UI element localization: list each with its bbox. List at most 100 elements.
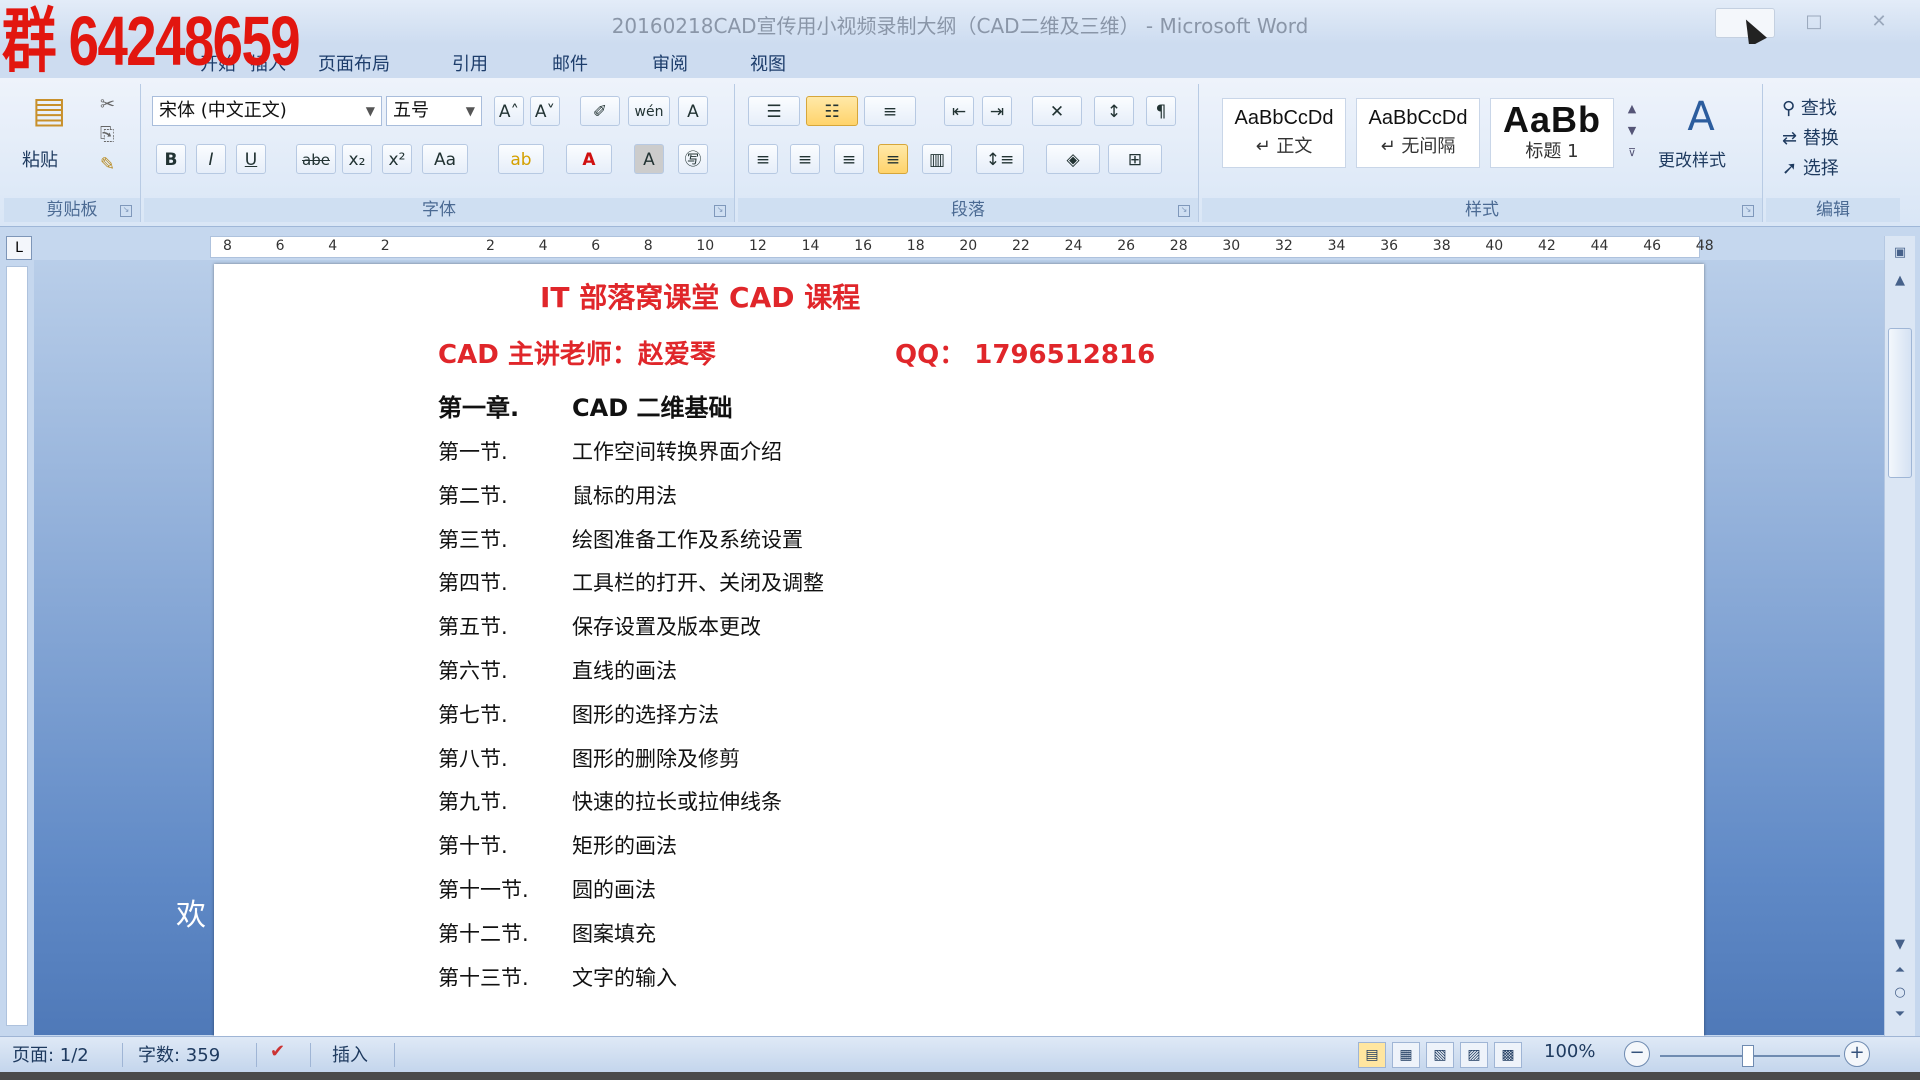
scroll-down-icon[interactable]: ▼	[1891, 936, 1909, 954]
paste-button[interactable]: 粘贴	[22, 146, 58, 172]
web-layout-icon[interactable]: ▧	[1426, 1042, 1454, 1068]
style-heading-1[interactable]: AaBb 标题 1	[1490, 98, 1614, 168]
tab-view[interactable]: 视图	[750, 50, 786, 76]
draft-view-icon[interactable]: ▩	[1494, 1042, 1522, 1068]
print-layout-icon[interactable]: ▤	[1358, 1042, 1386, 1068]
section-title[interactable]: 图形的删除及修剪	[572, 743, 740, 773]
zoom-out-button[interactable]: −	[1624, 1041, 1650, 1067]
tab-selector[interactable]: L	[6, 236, 32, 260]
previous-page-icon[interactable]: ⏶	[1891, 962, 1909, 980]
paragraph-launcher-icon[interactable]: ↘	[1178, 205, 1190, 217]
grow-font-button[interactable]: A˄	[494, 96, 524, 126]
change-styles-icon[interactable]: A	[1656, 94, 1746, 140]
section-title[interactable]: 文字的输入	[572, 962, 677, 992]
section-number[interactable]: 第五节.	[438, 611, 508, 641]
section-number[interactable]: 第二节.	[438, 480, 508, 510]
tab-review[interactable]: 审阅	[652, 50, 688, 76]
justify-icon[interactable]: ≡	[878, 144, 908, 174]
paste-icon[interactable]: ▤	[24, 90, 74, 131]
section-number[interactable]: 第六节.	[438, 655, 508, 685]
page-indicator[interactable]: 页面: 1/2	[12, 1041, 89, 1067]
superscript-button[interactable]: x²	[382, 144, 412, 174]
multilevel-list-icon[interactable]: ≡	[864, 96, 916, 126]
borders-icon[interactable]: ⊞	[1108, 144, 1162, 174]
char-shading-icon[interactable]: A	[634, 144, 664, 174]
shrink-font-button[interactable]: A˅	[530, 96, 560, 126]
zoom-level[interactable]: 100%	[1544, 1041, 1595, 1062]
align-left-icon[interactable]: ≡	[748, 144, 778, 174]
styles-launcher-icon[interactable]: ↘	[1742, 205, 1754, 217]
tab-page-layout[interactable]: 页面布局	[318, 50, 390, 76]
copy-icon[interactable]: ⎘	[100, 124, 114, 145]
section-number[interactable]: 第三节.	[438, 524, 508, 554]
full-screen-reading-icon[interactable]: ▦	[1392, 1042, 1420, 1068]
section-title[interactable]: 工作空间转换界面介绍	[572, 436, 782, 466]
outline-view-icon[interactable]: ▨	[1460, 1042, 1488, 1068]
tab-mailings[interactable]: 邮件	[552, 50, 588, 76]
document-title[interactable]: IT 部落窝课堂 CAD 课程	[540, 276, 860, 316]
bullets-icon[interactable]: ☰	[748, 96, 800, 126]
enclose-char-icon[interactable]: ㊢	[678, 144, 708, 174]
section-number[interactable]: 第十三节.	[438, 962, 529, 992]
style-no-spacing[interactable]: AaBbCcDd ↵ 无间隔	[1356, 98, 1480, 168]
distributed-icon[interactable]: ▥	[922, 144, 952, 174]
line-spacing-icon[interactable]: ↕≡	[976, 144, 1024, 174]
section-number[interactable]: 第十二节.	[438, 918, 529, 948]
horizontal-ruler[interactable]: 8 6 4 2 2 4 6 8 10 12 14 16 18 20 22 24 26 28 30 32 34 36 38 40…	[210, 236, 1714, 258]
section-number[interactable]: 第八节.	[438, 743, 508, 773]
font-launcher-icon[interactable]: ↘	[714, 205, 726, 217]
zoom-in-button[interactable]: +	[1844, 1041, 1870, 1067]
decrease-indent-icon[interactable]: ⇤	[944, 96, 974, 126]
sort-icon[interactable]: ↕	[1094, 96, 1134, 126]
numbering-icon[interactable]: ☷	[806, 96, 858, 126]
scroll-thumb[interactable]	[1888, 328, 1912, 478]
proofing-icon[interactable]: ✔	[270, 1041, 285, 1062]
section-title[interactable]: 快速的拉长或拉伸线条	[572, 786, 782, 816]
shading-icon[interactable]: ◈	[1046, 144, 1100, 174]
vertical-ruler[interactable]	[6, 266, 28, 1026]
find-button[interactable]: ⚲ 查找	[1782, 94, 1837, 120]
insert-mode[interactable]: 插入	[332, 1041, 368, 1067]
document-subtitle[interactable]: CAD 主讲老师：赵爱琴	[438, 334, 716, 371]
section-title[interactable]: 工具栏的打开、关闭及调整	[572, 567, 824, 597]
show-marks-icon[interactable]: ¶	[1146, 96, 1176, 126]
vertical-scrollbar[interactable]: ▣ ▲ ▼ ⏶ ○ ⏷	[1884, 236, 1915, 1036]
styles-scroll-icon[interactable]: ▲ ▼ ⊽	[1622, 98, 1642, 168]
clipboard-launcher-icon[interactable]: ↘	[120, 205, 132, 217]
section-title[interactable]: 鼠标的用法	[572, 480, 677, 510]
section-number[interactable]: 第一节.	[438, 436, 508, 466]
section-title[interactable]: 保存设置及版本更改	[572, 611, 761, 641]
align-center-icon[interactable]: ≡	[790, 144, 820, 174]
section-title[interactable]: 直线的画法	[572, 655, 677, 685]
close-button[interactable]: ✕	[1850, 8, 1908, 36]
word-count[interactable]: 字数: 359	[138, 1041, 220, 1067]
ruler-toggle-icon[interactable]: ▣	[1891, 244, 1909, 262]
chinese-layout-icon[interactable]: ✕	[1032, 96, 1082, 126]
clear-format-icon[interactable]: ✐	[580, 96, 620, 126]
cut-icon[interactable]: ✂	[100, 94, 115, 115]
increase-indent-icon[interactable]: ⇥	[982, 96, 1012, 126]
font-size-combo[interactable]: 五号 ▼	[386, 96, 482, 126]
section-title[interactable]: 图形的选择方法	[572, 699, 719, 729]
format-painter-icon[interactable]: ✎	[100, 154, 115, 175]
style-normal[interactable]: AaBbCcDd ↵ 正文	[1222, 98, 1346, 168]
strikethrough-button[interactable]: abe	[296, 144, 336, 174]
change-case-button[interactable]: Aa	[422, 144, 468, 174]
maximize-button[interactable]: □	[1785, 8, 1843, 36]
section-number[interactable]: 第十节.	[438, 830, 508, 860]
align-right-icon[interactable]: ≡	[834, 144, 864, 174]
section-title[interactable]: 图案填充	[572, 918, 656, 948]
section-number[interactable]: 第十一节.	[438, 874, 529, 904]
section-number[interactable]: 第七节.	[438, 699, 508, 729]
phonetic-guide-button[interactable]: wén	[628, 96, 670, 126]
chapter-title[interactable]: CAD 二维基础	[572, 388, 732, 423]
change-styles-button[interactable]: 更改样式	[1658, 146, 1726, 171]
underline-button[interactable]: U	[236, 144, 266, 174]
font-name-combo[interactable]: 宋体 (中文正文) ▼	[152, 96, 382, 126]
section-title[interactable]: 绘图准备工作及系统设置	[572, 524, 803, 554]
section-title[interactable]: 圆的画法	[572, 874, 656, 904]
section-number[interactable]: 第九节.	[438, 786, 508, 816]
select-button[interactable]: ➚ 选择	[1782, 154, 1839, 180]
zoom-slider-thumb[interactable]	[1742, 1045, 1754, 1067]
chapter-number[interactable]: 第一章.	[438, 388, 519, 423]
